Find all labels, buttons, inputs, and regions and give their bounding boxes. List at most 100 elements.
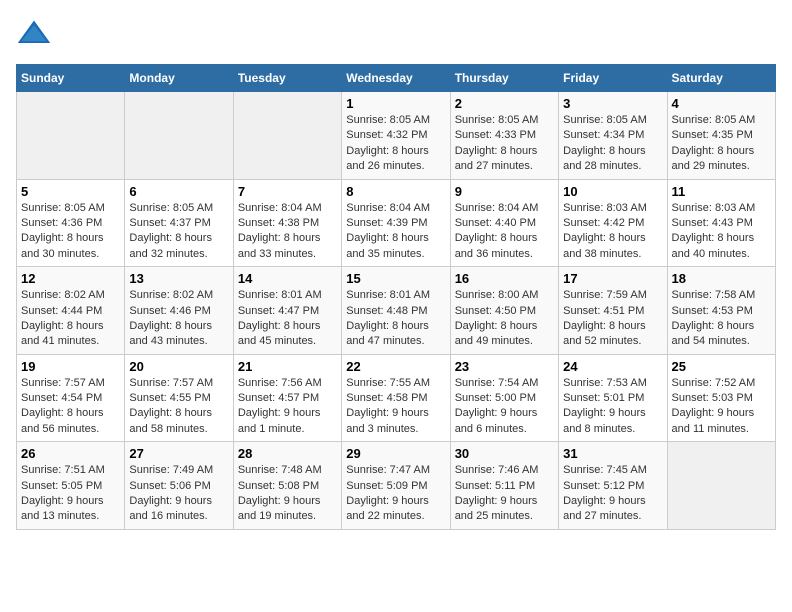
calendar-cell: 13 Sunrise: 8:02 AM Sunset: 4:46 PM Dayli… [125,267,233,355]
day-number: 16 [455,271,554,286]
day-number: 25 [672,359,771,374]
day-number: 1 [346,96,445,111]
calendar-week-2: 5 Sunrise: 8:05 AM Sunset: 4:36 PM Daylig… [17,179,776,267]
day-number: 10 [563,184,662,199]
day-info: Sunrise: 7:58 AM Sunset: 4:53 PM Dayligh… [672,288,771,350]
calendar-cell: 18 Sunrise: 7:58 AM Sunset: 4:53 PM Dayli… [667,267,775,355]
calendar-cell: 26 Sunrise: 7:51 AM Sunset: 5:05 PM Dayli… [17,442,125,530]
day-info: Sunrise: 7:53 AM Sunset: 5:01 PM Dayligh… [563,376,662,438]
day-info: Sunrise: 8:05 AM Sunset: 4:32 PM Dayligh… [346,113,445,175]
calendar-cell: 20 Sunrise: 7:57 AM Sunset: 4:55 PM Dayli… [125,354,233,442]
day-number: 20 [129,359,228,374]
weekday-header-wednesday: Wednesday [342,65,450,92]
page-header [16,16,776,52]
day-number: 8 [346,184,445,199]
day-info: Sunrise: 8:05 AM Sunset: 4:34 PM Dayligh… [563,113,662,175]
day-info: Sunrise: 7:52 AM Sunset: 5:03 PM Dayligh… [672,376,771,438]
day-number: 19 [21,359,120,374]
day-info: Sunrise: 8:05 AM Sunset: 4:35 PM Dayligh… [672,113,771,175]
calendar-week-5: 26 Sunrise: 7:51 AM Sunset: 5:05 PM Dayli… [17,442,776,530]
calendar-cell: 8Sunrise: 8:04 AM Sunset: 4:39 PM Daylig… [342,179,450,267]
day-number: 4 [672,96,771,111]
calendar-cell: 28 Sunrise: 7:48 AM Sunset: 5:08 PM Dayli… [233,442,341,530]
day-info: Sunrise: 8:05 AM Sunset: 4:37 PM Dayligh… [129,201,228,263]
calendar-cell: 31 Sunrise: 7:45 AM Sunset: 5:12 PM Dayli… [559,442,667,530]
day-number: 22 [346,359,445,374]
calendar-week-3: 12Sunrise: 8:02 AM Sunset: 4:44 PM Dayli… [17,267,776,355]
day-number: 12 [21,271,120,286]
day-info: Sunrise: 8:05 AM Sunset: 4:36 PM Dayligh… [21,201,120,263]
logo [16,16,56,52]
calendar-cell [125,92,233,180]
calendar-cell: 14 Sunrise: 8:01 AM Sunset: 4:47 PM Dayli… [233,267,341,355]
calendar-cell: 10 Sunrise: 8:03 AM Sunset: 4:42 PM Dayli… [559,179,667,267]
calendar-week-1: 1 Sunrise: 8:05 AM Sunset: 4:32 PM Daylig… [17,92,776,180]
calendar-body: 1 Sunrise: 8:05 AM Sunset: 4:32 PM Daylig… [17,92,776,530]
day-number: 26 [21,446,120,461]
calendar-cell: 6Sunrise: 8:05 AM Sunset: 4:37 PM Daylig… [125,179,233,267]
day-number: 3 [563,96,662,111]
day-number: 30 [455,446,554,461]
day-number: 17 [563,271,662,286]
day-info: Sunrise: 8:05 AM Sunset: 4:33 PM Dayligh… [455,113,554,175]
day-info: Sunrise: 7:59 AM Sunset: 4:51 PM Dayligh… [563,288,662,350]
day-number: 15 [346,271,445,286]
calendar-cell: 17 Sunrise: 7:59 AM Sunset: 4:51 PM Dayli… [559,267,667,355]
calendar-table: SundayMondayTuesdayWednesdayThursdayFrid… [16,64,776,530]
calendar-cell: 23 Sunrise: 7:54 AM Sunset: 5:00 PM Dayli… [450,354,558,442]
day-number: 2 [455,96,554,111]
day-number: 24 [563,359,662,374]
calendar-cell: 12Sunrise: 8:02 AM Sunset: 4:44 PM Dayli… [17,267,125,355]
day-number: 27 [129,446,228,461]
calendar-cell: 22Sunrise: 7:55 AM Sunset: 4:58 PM Dayli… [342,354,450,442]
day-info: Sunrise: 8:01 AM Sunset: 4:47 PM Dayligh… [238,288,337,350]
logo-icon [16,16,52,52]
day-number: 5 [21,184,120,199]
calendar-cell: 19 Sunrise: 7:57 AM Sunset: 4:54 PM Dayli… [17,354,125,442]
day-number: 13 [129,271,228,286]
weekday-header-sunday: Sunday [17,65,125,92]
calendar-cell: 16 Sunrise: 8:00 AM Sunset: 4:50 PM Dayli… [450,267,558,355]
calendar-cell: 2 Sunrise: 8:05 AM Sunset: 4:33 PM Daylig… [450,92,558,180]
day-info: Sunrise: 7:54 AM Sunset: 5:00 PM Dayligh… [455,376,554,438]
weekday-row: SundayMondayTuesdayWednesdayThursdayFrid… [17,65,776,92]
day-info: Sunrise: 7:48 AM Sunset: 5:08 PM Dayligh… [238,463,337,525]
day-info: Sunrise: 8:01 AM Sunset: 4:48 PM Dayligh… [346,288,445,350]
calendar-cell: 25 Sunrise: 7:52 AM Sunset: 5:03 PM Dayli… [667,354,775,442]
day-info: Sunrise: 7:57 AM Sunset: 4:55 PM Dayligh… [129,376,228,438]
calendar-cell [17,92,125,180]
day-info: Sunrise: 7:46 AM Sunset: 5:11 PM Dayligh… [455,463,554,525]
day-number: 31 [563,446,662,461]
day-info: Sunrise: 8:04 AM Sunset: 4:40 PM Dayligh… [455,201,554,263]
calendar-cell: 4 Sunrise: 8:05 AM Sunset: 4:35 PM Daylig… [667,92,775,180]
day-number: 23 [455,359,554,374]
calendar-cell: 30 Sunrise: 7:46 AM Sunset: 5:11 PM Dayli… [450,442,558,530]
calendar-cell [233,92,341,180]
weekday-header-saturday: Saturday [667,65,775,92]
weekday-header-friday: Friday [559,65,667,92]
calendar-cell: 9 Sunrise: 8:04 AM Sunset: 4:40 PM Daylig… [450,179,558,267]
day-info: Sunrise: 7:45 AM Sunset: 5:12 PM Dayligh… [563,463,662,525]
day-info: Sunrise: 7:47 AM Sunset: 5:09 PM Dayligh… [346,463,445,525]
calendar-cell: 27 Sunrise: 7:49 AM Sunset: 5:06 PM Dayli… [125,442,233,530]
day-number: 9 [455,184,554,199]
day-number: 11 [672,184,771,199]
day-number: 28 [238,446,337,461]
day-info: Sunrise: 8:00 AM Sunset: 4:50 PM Dayligh… [455,288,554,350]
calendar-cell: 7Sunrise: 8:04 AM Sunset: 4:38 PM Daylig… [233,179,341,267]
day-number: 14 [238,271,337,286]
day-number: 21 [238,359,337,374]
day-info: Sunrise: 8:02 AM Sunset: 4:46 PM Dayligh… [129,288,228,350]
day-info: Sunrise: 7:49 AM Sunset: 5:06 PM Dayligh… [129,463,228,525]
day-number: 18 [672,271,771,286]
calendar-cell [667,442,775,530]
day-info: Sunrise: 8:03 AM Sunset: 4:42 PM Dayligh… [563,201,662,263]
day-info: Sunrise: 8:04 AM Sunset: 4:38 PM Dayligh… [238,201,337,263]
weekday-header-tuesday: Tuesday [233,65,341,92]
calendar-header: SundayMondayTuesdayWednesdayThursdayFrid… [17,65,776,92]
calendar-cell: 29Sunrise: 7:47 AM Sunset: 5:09 PM Dayli… [342,442,450,530]
day-info: Sunrise: 7:51 AM Sunset: 5:05 PM Dayligh… [21,463,120,525]
calendar-cell: 3 Sunrise: 8:05 AM Sunset: 4:34 PM Daylig… [559,92,667,180]
calendar-cell: 1 Sunrise: 8:05 AM Sunset: 4:32 PM Daylig… [342,92,450,180]
day-info: Sunrise: 7:57 AM Sunset: 4:54 PM Dayligh… [21,376,120,438]
